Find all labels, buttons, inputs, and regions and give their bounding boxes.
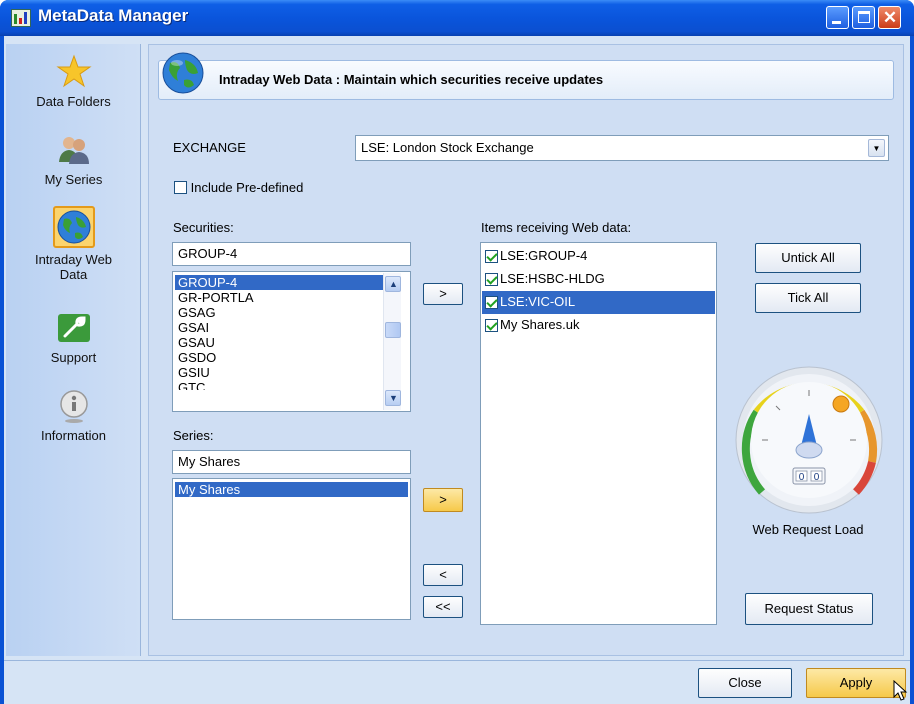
- list-item[interactable]: LSE:GROUP-4: [482, 245, 715, 268]
- series-search-value: My Shares: [178, 454, 241, 469]
- list-item[interactable]: My Shares.uk: [482, 314, 715, 337]
- web-request-load-gauge: 0 0: [735, 366, 883, 514]
- tick-all-button[interactable]: Tick All: [755, 283, 861, 313]
- gauge-digit: 0: [814, 472, 820, 483]
- star-icon: [55, 54, 92, 88]
- sidebar: Data Folders My Series Intraday Web Data: [6, 44, 141, 656]
- sidebar-item-support[interactable]: Support: [6, 310, 141, 365]
- chevron-down-icon[interactable]: ▼: [868, 139, 885, 157]
- item-checkbox[interactable]: [485, 250, 498, 264]
- gauge-digit: 0: [799, 472, 805, 483]
- sidebar-item-label: Intraday Web Data: [34, 252, 113, 282]
- securities-label: Securities:: [173, 220, 234, 235]
- web-items: LSE:GROUP-4 LSE:HSBC-HLDG LSE:VIC-OIL My…: [482, 245, 715, 337]
- item-checkbox[interactable]: [485, 319, 498, 333]
- list-item[interactable]: GSAG: [175, 305, 384, 320]
- chevron-down-icon: ▼: [389, 393, 398, 403]
- page-title: Intraday Web Data : Maintain which secur…: [219, 72, 604, 87]
- sidebar-item-label: My Series: [44, 172, 103, 187]
- request-status-button[interactable]: Request Status: [745, 593, 873, 625]
- close-window-button[interactable]: ✕: [878, 6, 901, 29]
- remove-item-button[interactable]: <: [423, 564, 463, 586]
- maximize-button[interactable]: [852, 6, 875, 29]
- item-label: My Shares.uk: [500, 317, 580, 332]
- list-item[interactable]: GTC: [175, 380, 384, 390]
- untick-all-button[interactable]: Untick All: [755, 243, 861, 273]
- wrench-icon: [57, 314, 90, 342]
- list-item[interactable]: LSE:HSBC-HLDG: [482, 268, 715, 291]
- app-window: MetaData Manager ✕ Data Folders My Serie…: [0, 0, 914, 704]
- users-icon: [58, 137, 89, 164]
- securities-list[interactable]: GROUP-4 GR-PORTLA GSAG GSAI GSAU GSDO GS…: [172, 271, 411, 412]
- item-label: LSE:GROUP-4: [500, 248, 588, 263]
- list-item[interactable]: My Shares: [175, 482, 408, 497]
- checkbox-box[interactable]: [174, 181, 187, 195]
- gauge-label: Web Request Load: [752, 522, 864, 537]
- info-icon: [59, 390, 88, 423]
- include-predefined-label: Include Pre-defined: [190, 180, 304, 196]
- item-checkbox[interactable]: [485, 273, 498, 287]
- securities-search-value: GROUP-4: [178, 246, 238, 261]
- globe-icon: [162, 52, 204, 94]
- sidebar-item-data-folders[interactable]: Data Folders: [6, 54, 141, 109]
- active-indicator: [52, 206, 95, 248]
- securities-items: GROUP-4 GR-PORTLA GSAG GSAI GSAU GSDO GS…: [175, 275, 384, 390]
- scroll-down-button[interactable]: ▼: [385, 390, 401, 406]
- sidebar-item-intraday-web-data[interactable]: Intraday Web Data: [6, 206, 141, 282]
- exchange-selected-value: LSE: London Stock Exchange: [361, 140, 534, 155]
- list-item[interactable]: GROUP-4: [175, 275, 384, 290]
- sidebar-item-my-series[interactable]: My Series: [6, 132, 141, 187]
- list-item[interactable]: GSDO: [175, 350, 384, 365]
- sidebar-item-label: Support: [50, 350, 97, 365]
- scrollbar-thumb[interactable]: [385, 322, 401, 338]
- web-items-label: Items receiving Web data:: [481, 220, 632, 235]
- chevron-up-icon: ▲: [389, 279, 398, 289]
- item-label: LSE:VIC-OIL: [500, 294, 576, 309]
- app-icon: [11, 9, 31, 27]
- list-item[interactable]: GR-PORTLA: [175, 290, 384, 305]
- apply-button[interactable]: Apply: [806, 668, 906, 698]
- series-search-input[interactable]: My Shares: [172, 450, 411, 474]
- sidebar-item-label: Data Folders: [36, 94, 111, 109]
- list-item[interactable]: GSIU: [175, 365, 384, 380]
- web-items-list[interactable]: LSE:GROUP-4 LSE:HSBC-HLDG LSE:VIC-OIL My…: [480, 242, 717, 625]
- securities-search-input[interactable]: GROUP-4: [172, 242, 411, 266]
- mouse-cursor-icon: [893, 680, 908, 701]
- item-label: LSE:HSBC-HLDG: [500, 271, 605, 286]
- sidebar-item-information[interactable]: Information: [6, 388, 141, 443]
- remove-all-button[interactable]: <<: [423, 596, 463, 618]
- securities-scrollbar[interactable]: ▲ ▼: [383, 273, 401, 410]
- list-item[interactable]: GSAI: [175, 320, 384, 335]
- exchange-label: EXCHANGE: [173, 140, 246, 155]
- close-icon: ✕: [882, 8, 898, 27]
- list-item[interactable]: LSE:VIC-OIL: [482, 291, 715, 314]
- window-title: MetaData Manager: [38, 6, 189, 25]
- globe-icon: [57, 210, 90, 244]
- title-bar[interactable]: MetaData Manager ✕: [0, 0, 914, 36]
- exchange-select[interactable]: LSE: London Stock Exchange ▼: [355, 135, 889, 161]
- include-predefined-checkbox[interactable]: Include Pre-defined: [174, 179, 303, 195]
- sidebar-item-label: Information: [40, 428, 107, 443]
- close-button[interactable]: Close: [698, 668, 792, 698]
- add-security-button[interactable]: >: [423, 283, 463, 305]
- add-series-button[interactable]: >: [423, 488, 463, 512]
- scroll-up-button[interactable]: ▲: [385, 276, 401, 292]
- series-list[interactable]: My Shares: [172, 478, 411, 620]
- minimize-button[interactable]: [826, 6, 849, 29]
- series-items: My Shares: [175, 482, 408, 497]
- series-label: Series:: [173, 428, 214, 443]
- item-checkbox[interactable]: [485, 296, 498, 310]
- list-item[interactable]: GSAU: [175, 335, 384, 350]
